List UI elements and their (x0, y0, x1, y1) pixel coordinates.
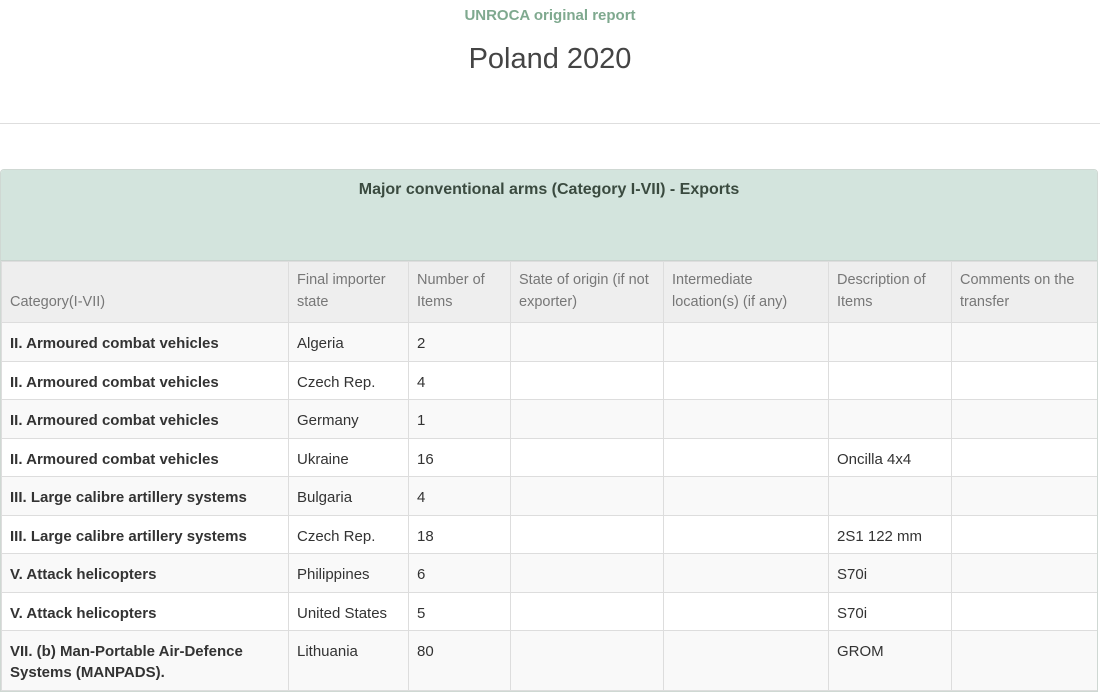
cell-description (828, 360, 952, 400)
cell-comments (951, 553, 1097, 593)
cell-state-of-origin (510, 322, 664, 362)
cell-state-of-origin (510, 399, 664, 439)
column-header-comments: Comments on the transfer (951, 261, 1097, 323)
cell-number-of-items: 4 (408, 360, 511, 400)
cell-intermediate-location (663, 399, 829, 439)
column-header-description: Description of Items (828, 261, 952, 323)
cell-intermediate-location (663, 360, 829, 400)
cell-category: V. Attack helicopters (1, 553, 289, 593)
table-row: V. Attack helicopters United States 5 S70i (1, 591, 1097, 631)
cell-description: S70i (828, 553, 952, 593)
cell-comments (951, 399, 1097, 439)
cell-intermediate-location (663, 553, 829, 593)
cell-intermediate-location (663, 322, 829, 362)
cell-category: II. Armoured combat vehicles (1, 437, 289, 477)
cell-description (828, 399, 952, 439)
exports-panel: Major conventional arms (Category I-VII)… (0, 169, 1098, 692)
cell-state-of-origin (510, 437, 664, 477)
table-row: II. Armoured combat vehicles Ukraine 16 Onc… (1, 437, 1097, 477)
cell-category: III. Large calibre artillery systems (1, 476, 289, 516)
cell-category: III. Large calibre artillery systems (1, 514, 289, 554)
cell-description (828, 322, 952, 362)
cell-state-of-origin (510, 553, 664, 593)
cell-comments (951, 476, 1097, 516)
cell-description: 2S1 122 mm (828, 514, 952, 554)
column-header-origin: State of origin (if not exporter) (510, 261, 664, 323)
panel-heading: Major conventional arms (Category I-VII)… (1, 170, 1097, 261)
cell-state-of-origin (510, 591, 664, 631)
cell-intermediate-location (663, 514, 829, 554)
cell-comments (951, 437, 1097, 477)
cell-importer: Algeria (288, 322, 409, 362)
table-row: III. Large calibre artillery systems Bulg… (1, 476, 1097, 516)
cell-number-of-items: 4 (408, 476, 511, 516)
report-header: UNROCA original report Poland 2020 (0, 0, 1100, 124)
cell-description: Oncilla 4x4 (828, 437, 952, 477)
table-row: II. Armoured combat vehicles Algeria 2 (1, 322, 1097, 362)
cell-number-of-items: 2 (408, 322, 511, 362)
cell-state-of-origin (510, 476, 664, 516)
cell-comments (951, 591, 1097, 631)
cell-intermediate-location (663, 476, 829, 516)
cell-number-of-items: 18 (408, 514, 511, 554)
column-header-importer: Final importer state (288, 261, 409, 323)
table-row: II. Armoured combat vehicles Germany 1 (1, 399, 1097, 439)
cell-category: V. Attack helicopters (1, 591, 289, 631)
cell-importer: Ukraine (288, 437, 409, 477)
cell-description: S70i (828, 591, 952, 631)
cell-comments (951, 514, 1097, 554)
table-row: II. Armoured combat vehicles Czech Rep. 4 (1, 360, 1097, 400)
cell-importer: United States (288, 591, 409, 631)
exports-table: Category(I-VII) Final importer state Num… (1, 261, 1097, 691)
cell-category: II. Armoured combat vehicles (1, 360, 289, 400)
column-header-intermediate: Intermediate location(s) (if any) (663, 261, 829, 323)
cell-state-of-origin (510, 514, 664, 554)
table-row: V. Attack helicopters Philippines 6 S70i (1, 553, 1097, 593)
column-header-category: Category(I-VII) (1, 261, 289, 323)
cell-importer: Czech Rep. (288, 514, 409, 554)
column-header-items: Number of Items (408, 261, 511, 323)
cell-number-of-items: 6 (408, 553, 511, 593)
cell-comments (951, 322, 1097, 362)
cell-intermediate-location (663, 437, 829, 477)
cell-category: II. Armoured combat vehicles (1, 322, 289, 362)
cell-importer: Germany (288, 399, 409, 439)
cell-importer: Czech Rep. (288, 360, 409, 400)
cell-intermediate-location (663, 591, 829, 631)
cell-number-of-items: 1 (408, 399, 511, 439)
table-header-row: Category(I-VII) Final importer state Num… (1, 261, 1097, 323)
cell-state-of-origin (510, 360, 664, 400)
report-subtitle: UNROCA original report (464, 7, 636, 24)
cell-importer: Bulgaria (288, 476, 409, 516)
page-title: Poland 2020 (468, 43, 632, 75)
cell-category: II. Armoured combat vehicles (1, 399, 289, 439)
cell-number-of-items: 5 (408, 591, 511, 631)
cell-comments (951, 360, 1097, 400)
cell-number-of-items: 16 (408, 437, 511, 477)
cell-description (828, 476, 952, 516)
table-row: III. Large calibre artillery systems Czec… (1, 514, 1097, 554)
cell-importer: Philippines (288, 553, 409, 593)
